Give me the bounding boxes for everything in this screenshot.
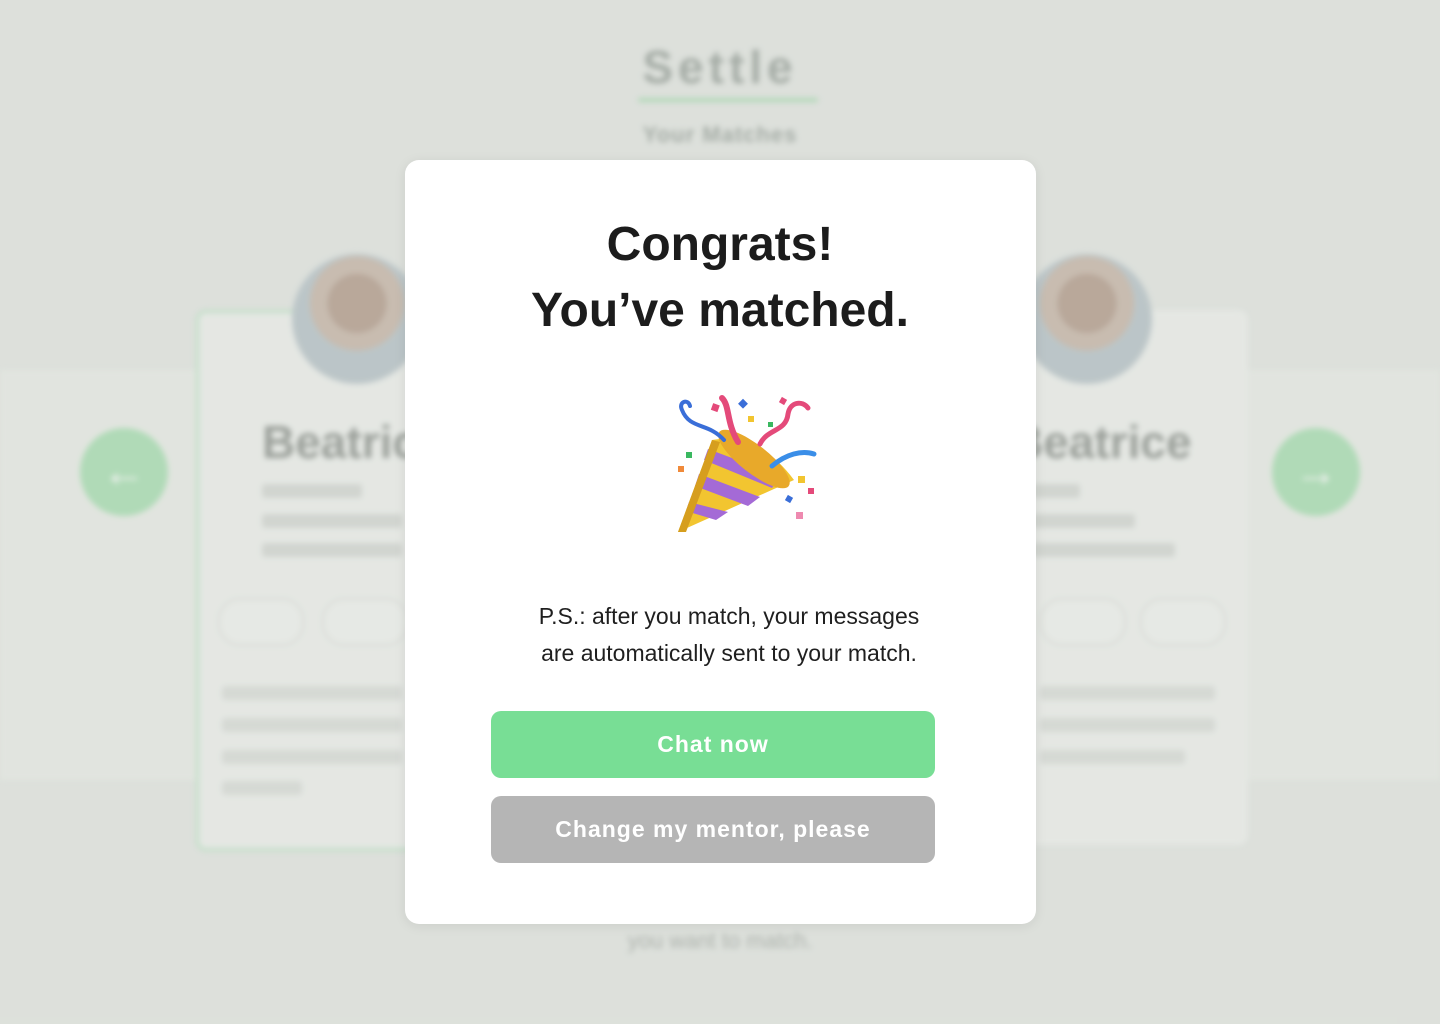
chat-now-button[interactable]: Chat now	[491, 711, 935, 778]
change-mentor-button[interactable]: Change my mentor, please	[491, 796, 935, 863]
party-popper-icon	[668, 392, 822, 542]
modal-title-line: You’ve matched.	[531, 284, 909, 337]
modal-note-line: P.S.: after you match, your messages	[538, 603, 920, 629]
modal-note: P.S.: after you match, your messages are…	[0, 598, 1440, 672]
modal-title-line: Congrats!	[606, 218, 834, 271]
modal-title: Congrats! You’ve matched.	[0, 212, 1440, 344]
modal-note-line: are automatically sent to your match.	[541, 640, 917, 666]
